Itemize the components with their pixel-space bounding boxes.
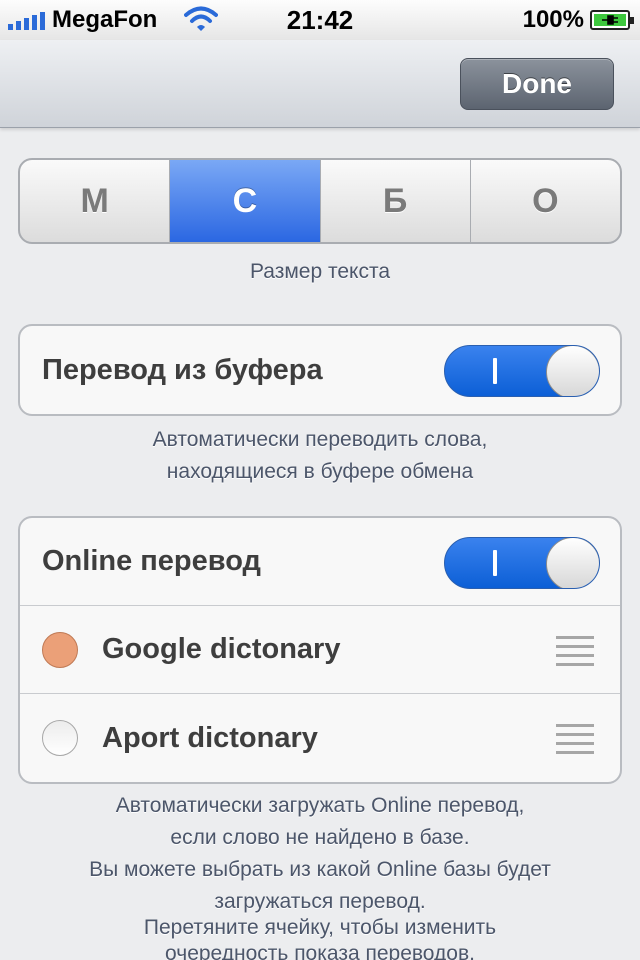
online-description-line1: Автоматически загружать Online перевод, (115, 794, 525, 817)
list-item[interactable]: Google dictonary (20, 606, 620, 694)
source-name: Google dictonary (102, 633, 341, 665)
segment-large[interactable]: Б (321, 160, 471, 242)
online-description-line2: если слово не найдено в базе. (170, 826, 470, 849)
online-group: Online перевод Google dictonary Aport di… (18, 516, 622, 784)
segment-extra-large[interactable]: О (471, 160, 620, 242)
clipboard-cell: Перевод из буфера (20, 326, 620, 414)
clipboard-toggle[interactable] (444, 345, 600, 397)
clipboard-label: Перевод из буфера (42, 353, 323, 386)
reorder-handle-icon[interactable] (556, 636, 594, 666)
status-bar: MegaFon 21:42 100% (0, 0, 640, 40)
list-item[interactable]: Aport dictonary (20, 694, 620, 782)
segment-small[interactable]: М (20, 160, 171, 242)
reorder-handle-icon[interactable] (556, 724, 594, 754)
text-size-caption: Размер текста (249, 260, 391, 283)
navigation-bar: Done (0, 40, 640, 128)
online-description-line6: очередность показа переводов. (165, 942, 475, 960)
online-toggle[interactable] (444, 537, 600, 589)
radio-unselected-icon[interactable] (42, 720, 78, 756)
online-description-line3: Вы можете выбрать из какой Online базы б… (89, 858, 551, 881)
online-cell: Online перевод (20, 518, 620, 606)
text-size-segmented-control: М С Б О (18, 158, 622, 244)
online-label: Online перевод (42, 545, 261, 577)
radio-selected-icon[interactable] (42, 632, 78, 668)
battery-percent: 100% (522, 6, 584, 33)
segment-medium[interactable]: С (170, 160, 321, 242)
clipboard-description-line2: находящиеся в буфере обмена (166, 460, 474, 483)
clipboard-description-line1: Автоматически переводить слова, (152, 428, 488, 451)
battery-icon (590, 10, 634, 30)
done-button[interactable]: Done (460, 58, 614, 110)
source-name: Aport dictonary (102, 721, 318, 754)
clipboard-group: Перевод из буфера (18, 324, 622, 416)
